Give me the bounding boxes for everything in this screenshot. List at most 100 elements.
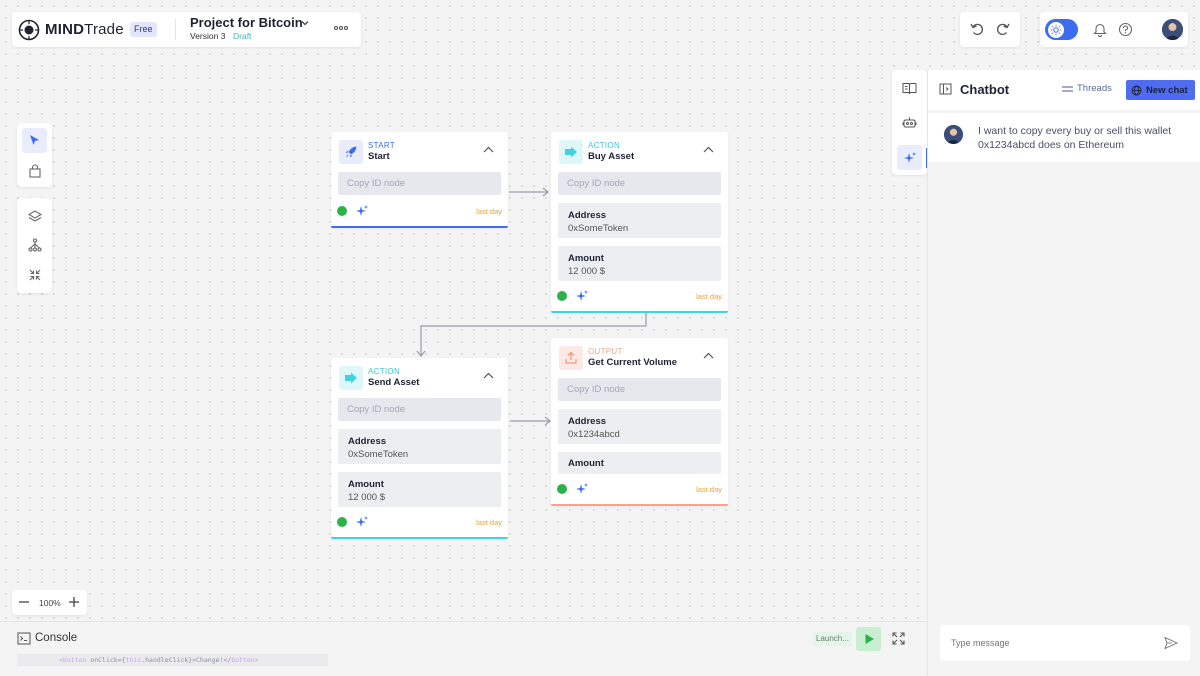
field-value: 12 000 $: [568, 266, 605, 277]
brand-light: Trade: [84, 21, 124, 38]
expand-icon[interactable]: [892, 632, 905, 645]
threads-button[interactable]: Threads: [1062, 83, 1112, 94]
amount-field[interactable]: Amount: [558, 452, 721, 474]
console-code: <button onClick={this.handleClick}>Chang…: [17, 654, 328, 666]
node-start[interactable]: START Start Copy ID node last day: [331, 132, 508, 228]
send-icon[interactable]: [1164, 636, 1178, 650]
code-this: this: [125, 656, 142, 664]
chevron-up-icon[interactable]: [483, 146, 494, 153]
redo-icon[interactable]: [995, 21, 1011, 37]
field-value: 12 000 $: [348, 492, 385, 503]
terminal-icon: [17, 632, 31, 645]
collapse-icon[interactable]: [22, 262, 47, 287]
plan-badge: Free: [130, 22, 157, 37]
chevron-up-icon[interactable]: [703, 146, 714, 153]
address-field[interactable]: Address 0x1234abcd: [558, 409, 721, 444]
zoom-control: 100%: [12, 590, 87, 615]
address-field[interactable]: Address 0xSomeToken: [558, 203, 721, 238]
code-tag-close: button>: [231, 656, 259, 664]
play-icon[interactable]: [856, 627, 881, 651]
node-footer: last day: [337, 204, 502, 218]
new-chat-button[interactable]: New chat: [1126, 80, 1195, 100]
chevron-up-icon[interactable]: [703, 352, 714, 359]
globe-icon: [1131, 85, 1142, 96]
code-rest: .handleClick}>Change!</: [141, 656, 232, 664]
copy-id-button[interactable]: Copy ID node: [338, 172, 501, 195]
sun-icon: [1048, 21, 1064, 38]
canvas-tools: [17, 198, 52, 293]
node-send-asset[interactable]: ACTION Send Asset Copy ID node Address 0…: [331, 358, 508, 539]
field-key: Amount: [568, 458, 604, 469]
avatar: [944, 125, 963, 144]
chat-message-text: I want to copy every buy or sell this wa…: [978, 125, 1172, 151]
chevron-down-icon[interactable]: [300, 18, 310, 28]
status-dot: [557, 484, 567, 494]
node-footer: last day: [557, 482, 722, 496]
arrow-right-icon: [559, 140, 583, 164]
amount-field[interactable]: Amount 12 000 $: [338, 472, 501, 507]
logo-icon[interactable]: [18, 19, 40, 41]
minus-icon[interactable]: [18, 596, 30, 608]
copy-id-button[interactable]: Copy ID node: [338, 398, 501, 421]
more-icon[interactable]: [333, 24, 349, 32]
node-get-current-volume[interactable]: OUTPUT Get Current Volume Copy ID node A…: [551, 338, 728, 506]
console-panel: Console <button onClick={this.handleClic…: [0, 621, 927, 676]
arrowhead: [544, 416, 551, 426]
chat-title: Chatbot: [960, 82, 1010, 97]
amount-field[interactable]: Amount 12 000 $: [558, 246, 721, 281]
arrow-right-icon: [339, 366, 363, 390]
sparkle-icon[interactable]: [575, 482, 589, 496]
bell-icon[interactable]: [1093, 22, 1107, 37]
help-icon[interactable]: [1118, 22, 1133, 37]
project-toolbar: MINDTrade Free Project for Bitcoin Versi…: [12, 12, 361, 47]
field-key: Address: [568, 416, 607, 427]
sparkle-icon[interactable]: [897, 145, 922, 170]
plus-icon[interactable]: [68, 596, 80, 608]
chat-message: I want to copy every buy or sell this wa…: [928, 113, 1200, 162]
branch-icon[interactable]: [22, 232, 47, 257]
user-toolbar: [1040, 12, 1188, 47]
node-title: Start: [368, 151, 390, 162]
book-icon[interactable]: [897, 76, 922, 101]
node-buy-asset[interactable]: ACTION Buy Asset Copy ID node Address 0x…: [551, 132, 728, 313]
chat-header: Chatbot Threads New chat: [928, 70, 1200, 110]
time-label: last day: [476, 207, 502, 216]
layers-icon[interactable]: [22, 203, 47, 228]
address-field[interactable]: Address 0xSomeToken: [338, 429, 501, 464]
code-tag-open: <button: [59, 656, 87, 664]
brand-name: MINDTrade: [45, 21, 124, 38]
field-key: Amount: [568, 253, 604, 264]
sparkle-icon[interactable]: [355, 515, 369, 529]
status-dot: [557, 291, 567, 301]
sparkle-icon[interactable]: [575, 289, 589, 303]
avatar[interactable]: [1162, 19, 1183, 40]
node-title: Send Asset: [368, 377, 420, 388]
status-label: Draft: [233, 31, 252, 41]
threads-label: Threads: [1077, 83, 1112, 94]
pointer-icon[interactable]: [22, 128, 47, 153]
node-accent: [551, 311, 728, 313]
console-title[interactable]: Console: [35, 632, 77, 644]
theme-toggle[interactable]: [1045, 19, 1078, 40]
panel-icon[interactable]: [939, 83, 952, 95]
project-title[interactable]: Project for Bitcoin: [190, 15, 303, 30]
copy-id-button[interactable]: Copy ID node: [558, 378, 721, 401]
bag-icon[interactable]: [22, 158, 47, 183]
upload-icon: [559, 346, 583, 370]
node-type: ACTION: [588, 141, 621, 150]
node-type: START: [368, 141, 395, 150]
node-accent: [331, 537, 508, 539]
node-accent: [331, 226, 508, 228]
copy-id-button[interactable]: Copy ID node: [558, 172, 721, 195]
sparkle-icon[interactable]: [355, 204, 369, 218]
robot-icon[interactable]: [897, 110, 922, 135]
node-footer: last day: [557, 289, 722, 303]
message-input[interactable]: [940, 625, 1190, 661]
node-title: Get Current Volume: [588, 357, 678, 368]
node-accent: [551, 504, 728, 506]
field-value: 0xSomeToken: [348, 449, 409, 460]
side-rail: [892, 70, 928, 175]
chevron-up-icon[interactable]: [483, 372, 494, 379]
version-label: Version 3: [190, 31, 226, 41]
undo-icon[interactable]: [969, 21, 985, 37]
